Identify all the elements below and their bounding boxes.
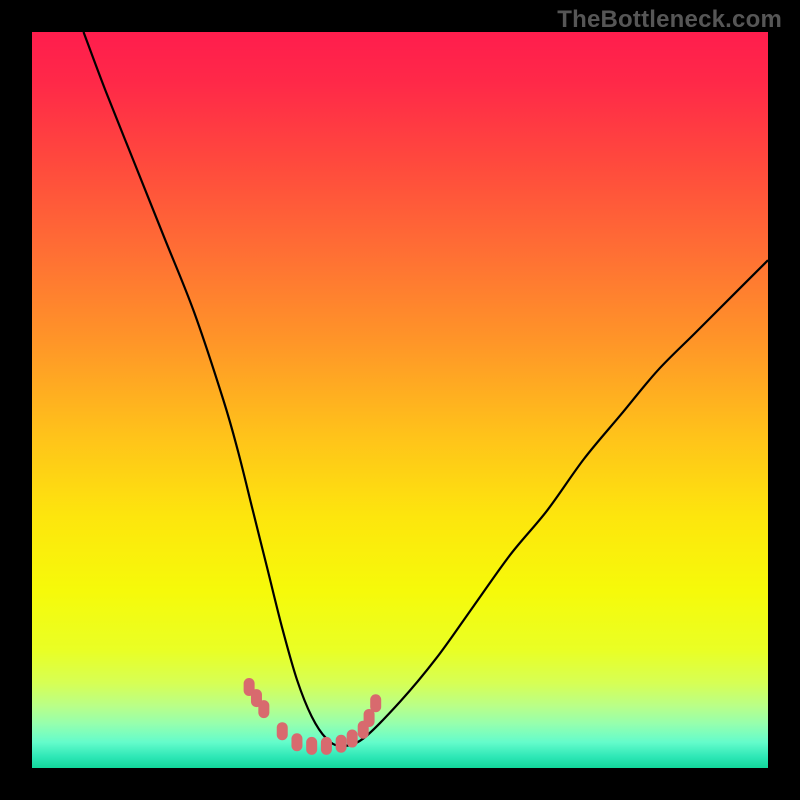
marker-dot (277, 722, 288, 740)
plot-area (32, 32, 768, 768)
watermark-text: TheBottleneck.com (557, 6, 782, 34)
marker-dot (321, 737, 332, 755)
chart-container: TheBottleneck.com (0, 0, 800, 800)
marker-dot (291, 733, 302, 751)
marker-dot (370, 694, 381, 712)
curve-layer (32, 32, 768, 768)
marker-dot (364, 709, 375, 727)
marker-dot (336, 735, 347, 753)
marker-dot (258, 700, 269, 718)
marker-dot (347, 730, 358, 748)
bottleneck-curve (84, 32, 768, 746)
marker-dot (306, 737, 317, 755)
